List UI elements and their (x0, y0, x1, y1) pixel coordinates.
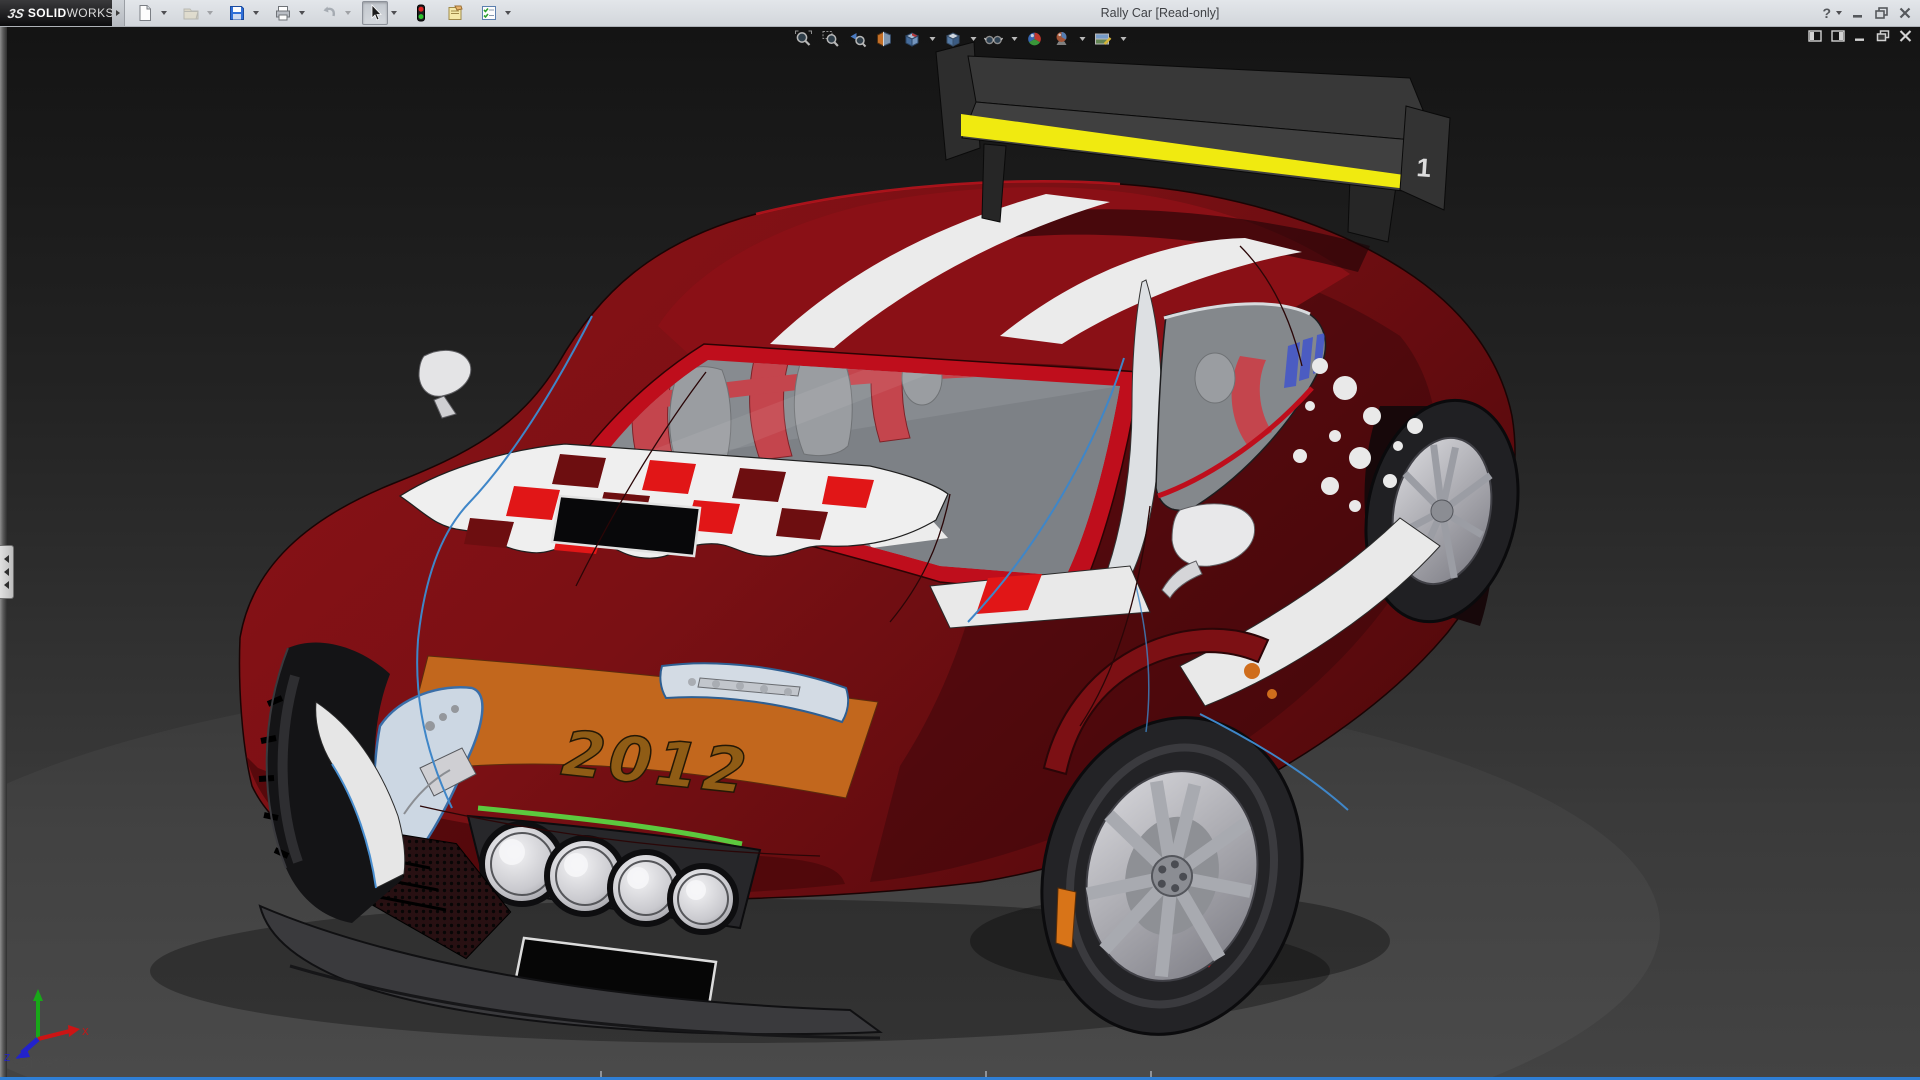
brand-bold: SOLID (28, 6, 67, 20)
z-axis-label: Z (4, 1053, 10, 1063)
menu-expand-tab[interactable] (112, 0, 125, 26)
brand-mark: 3S (6, 6, 25, 21)
file-properties-icon (446, 4, 464, 22)
coordinate-triad[interactable]: X Z (2, 983, 102, 1063)
collapse-arrow-icon (4, 581, 9, 589)
window-controls: ? (1822, 0, 1912, 26)
previous-view-button[interactable] (847, 29, 869, 49)
zoom-to-area-icon (822, 30, 840, 48)
display-style-dropdown[interactable] (969, 29, 978, 49)
minimize-button[interactable] (1851, 6, 1865, 20)
open-dropdown[interactable] (204, 2, 216, 24)
zoom-to-fit-icon (795, 30, 813, 48)
view-settings-icon (1093, 30, 1112, 48)
file-properties-button[interactable] (442, 1, 468, 25)
open-folder-icon (182, 4, 200, 22)
document-minimize-button[interactable] (1854, 30, 1867, 42)
section-view-icon (876, 30, 894, 48)
edit-appearance-icon (1026, 30, 1044, 48)
close-button[interactable] (1898, 6, 1912, 20)
edit-appearance-button[interactable] (1024, 29, 1046, 49)
save-button[interactable] (224, 1, 250, 25)
view-orientation-button[interactable] (901, 29, 923, 49)
zoom-to-area-button[interactable] (820, 29, 842, 49)
restore-button[interactable] (1874, 6, 1889, 20)
display-style-button[interactable] (942, 29, 964, 49)
status-bar-grip (600, 1071, 602, 1077)
document-window-controls (1808, 30, 1912, 42)
help-button[interactable]: ? (1822, 5, 1831, 21)
expand-arrow-icon (116, 10, 120, 16)
document-restore-button[interactable] (1876, 30, 1890, 42)
select-dropdown[interactable] (388, 2, 400, 24)
wing-number: 1 (1416, 152, 1433, 183)
status-bar-grip (1150, 1071, 1152, 1077)
rebuild-traffic-light-icon (412, 4, 430, 22)
previous-view-icon (849, 30, 867, 48)
display-style-icon (943, 30, 962, 48)
feature-panel-expand-tab[interactable] (0, 545, 14, 599)
select-cursor-icon (367, 4, 383, 22)
view-orientation-label: *Dimetric (13, 1056, 75, 1072)
document-close-button[interactable] (1899, 30, 1912, 42)
x-axis-label: X (82, 1027, 89, 1038)
open-button[interactable] (178, 1, 204, 25)
options-dropdown[interactable] (502, 2, 514, 24)
apply-scene-dropdown[interactable] (1078, 29, 1087, 49)
undo-icon (320, 4, 338, 22)
collapse-arrow-icon (4, 555, 9, 563)
options-button[interactable] (476, 1, 502, 25)
help-dropdown[interactable] (1836, 11, 1842, 15)
view-orientation-dropdown[interactable] (928, 29, 937, 49)
print-dropdown[interactable] (296, 2, 308, 24)
standard-toolbar (132, 0, 520, 26)
print-icon (274, 4, 292, 22)
save-dropdown[interactable] (250, 2, 262, 24)
hide-show-items-button[interactable] (983, 29, 1005, 49)
solidworks-logo: 3S SOLIDWORKS (0, 0, 112, 26)
zoom-to-fit-button[interactable] (793, 29, 815, 49)
headsup-view-toolbar (793, 29, 1128, 49)
orange-canard (1056, 888, 1076, 948)
new-document-dropdown[interactable] (158, 2, 170, 24)
select-button[interactable] (362, 1, 388, 25)
status-bar-grip (985, 1071, 987, 1077)
undo-button[interactable] (316, 1, 342, 25)
print-button[interactable] (270, 1, 296, 25)
options-checklist-icon (480, 4, 498, 22)
collapse-arrow-icon (4, 568, 9, 576)
new-document-button[interactable] (132, 1, 158, 25)
split-pane-right-button[interactable] (1831, 30, 1845, 42)
graphics-viewport[interactable]: 2012 (0, 26, 1920, 1077)
apply-scene-button[interactable] (1051, 29, 1073, 49)
hide-show-items-dropdown[interactable] (1010, 29, 1019, 49)
undo-dropdown[interactable] (342, 2, 354, 24)
model-canvas[interactable]: 2012 (0, 26, 1920, 1077)
rebuild-button[interactable] (408, 1, 434, 25)
split-pane-left-button[interactable] (1808, 30, 1822, 42)
view-orientation-icon (902, 30, 921, 48)
view-settings-dropdown[interactable] (1119, 29, 1128, 49)
hide-show-items-icon (984, 30, 1004, 48)
x-axis-arrow (68, 1025, 80, 1037)
title-bar: 3S SOLIDWORKS (0, 0, 1920, 27)
view-settings-button[interactable] (1092, 29, 1114, 49)
window-title: Rally Car [Read-only] (1101, 0, 1220, 26)
save-floppy-icon (228, 4, 246, 22)
y-axis-arrow (33, 989, 43, 1001)
new-document-icon (136, 4, 154, 22)
driving-light-4 (670, 866, 736, 932)
section-view-button[interactable] (874, 29, 896, 49)
apply-scene-icon (1053, 30, 1071, 48)
brand-light: WORKS (67, 6, 114, 20)
